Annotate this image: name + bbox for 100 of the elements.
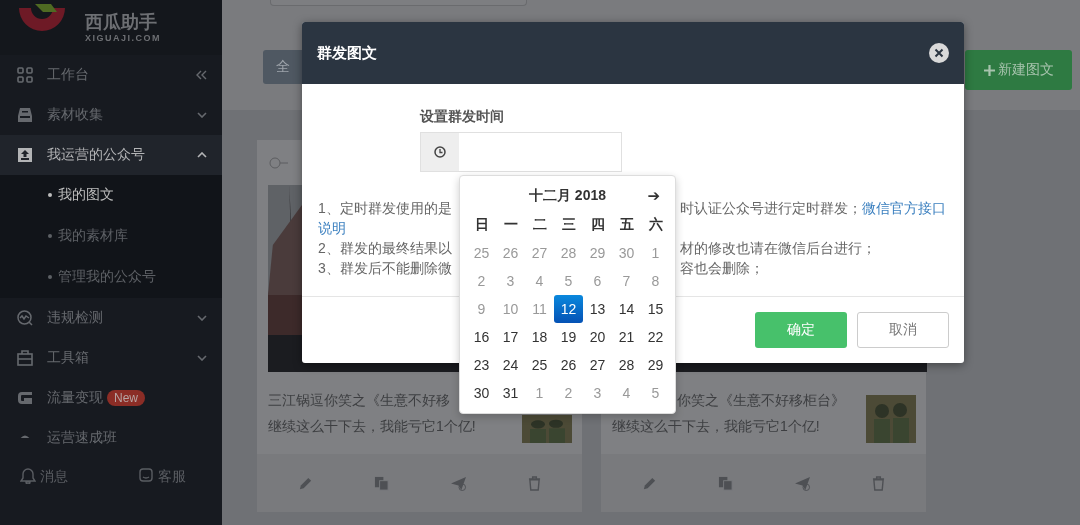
day-cell[interactable]: 9 — [467, 295, 496, 323]
card-title-line: 继续这么干下去，我能亏它1个亿! — [268, 417, 476, 436]
day-cell[interactable]: 2 — [554, 379, 583, 407]
nav-item[interactable]: 违规检测 — [0, 297, 222, 338]
trash-icon[interactable] — [528, 475, 542, 491]
day-cell[interactable]: 29 — [641, 351, 670, 379]
day-cell[interactable]: 6 — [583, 267, 612, 295]
paper-plane-icon[interactable] — [794, 475, 812, 491]
day-cell[interactable]: 4 — [525, 267, 554, 295]
note-text: 时认证公众号进行定时群发； — [680, 200, 862, 216]
sub-nav-item[interactable]: 我的图文 — [0, 174, 222, 216]
note-text: 容也会删除； — [680, 260, 764, 276]
weekday-label: 三 — [560, 215, 577, 234]
face-icon[interactable] — [138, 467, 154, 484]
avatar-icon — [269, 156, 289, 169]
day-cell[interactable]: 24 — [496, 351, 525, 379]
double-chevron-icon[interactable] — [195, 69, 207, 80]
day-cell[interactable]: 2 — [467, 267, 496, 295]
day-cell[interactable]: 27 — [525, 239, 554, 267]
nav-item[interactable]: 我运营的公众号 — [0, 134, 222, 175]
day-cell[interactable]: 28 — [554, 239, 583, 267]
day-cell[interactable]: 25 — [467, 239, 496, 267]
sub-nav-item[interactable]: 管理我的公众号 — [0, 256, 222, 298]
field-label: 设置群发时间 — [420, 108, 505, 126]
day-cell[interactable]: 19 — [554, 323, 583, 351]
nav-label: 工具箱 — [47, 348, 89, 367]
doc-link[interactable]: 微信官方接口 — [862, 200, 946, 216]
day-cell[interactable]: 16 — [467, 323, 496, 351]
chevron-down-icon — [197, 354, 207, 361]
nav-item[interactable]: 素材收集 — [0, 94, 222, 135]
day-cell[interactable]: 20 — [583, 323, 612, 351]
day-cell[interactable]: 4 — [612, 379, 641, 407]
note-text: 3、群发后不能删除微 — [318, 259, 452, 278]
nav-item[interactable]: 工具箱 — [0, 337, 222, 378]
note-text: 2、群发的最终结果以 — [318, 239, 452, 258]
day-cell[interactable]: 13 — [583, 295, 612, 323]
nav-label: 流量变现 — [47, 388, 103, 407]
confirm-button[interactable]: 确定 — [755, 312, 847, 348]
copy-icon[interactable] — [717, 475, 733, 491]
bell-icon[interactable] — [20, 467, 36, 484]
day-cell[interactable]: 18 — [525, 323, 554, 351]
doc-link[interactable]: 说明 — [318, 218, 346, 238]
g-shape-icon — [17, 389, 33, 406]
day-cell[interactable]: 14 — [612, 295, 641, 323]
day-cell[interactable]: 25 — [525, 351, 554, 379]
day-cell[interactable]: 10 — [496, 295, 525, 323]
trash-icon[interactable] — [872, 475, 886, 491]
nav-item[interactable]: 工作台 — [0, 54, 222, 95]
new-badge: New — [107, 389, 145, 406]
tray-icon — [17, 106, 33, 123]
nav-label: 我运营的公众号 — [47, 145, 145, 164]
day-cell[interactable]: 8 — [641, 267, 670, 295]
monitor-icon — [17, 309, 33, 326]
day-cell[interactable]: 21 — [612, 323, 641, 351]
paper-plane-icon[interactable] — [450, 475, 468, 491]
time-field[interactable] — [420, 132, 622, 172]
weekday-label: 日 — [473, 215, 490, 234]
day-cell[interactable]: 3 — [496, 267, 525, 295]
nav-item[interactable]: 流量变现 New — [0, 377, 222, 418]
weekday-label: 五 — [618, 215, 635, 234]
day-cell[interactable]: 31 — [496, 379, 525, 407]
day-cell[interactable]: 30 — [612, 239, 641, 267]
pencil-icon[interactable] — [297, 475, 313, 491]
day-cell[interactable]: 7 — [612, 267, 641, 295]
nav-label: 素材收集 — [47, 105, 103, 124]
pencil-icon[interactable] — [641, 475, 657, 491]
card-title-line: 你笑之《生意不好移柜台》 — [677, 391, 845, 410]
day-cell[interactable]: 12 — [554, 295, 583, 323]
day-cell[interactable]: 15 — [641, 295, 670, 323]
new-article-button[interactable]: 新建图文 — [965, 50, 1072, 90]
day-cell[interactable]: 23 — [467, 351, 496, 379]
cancel-button[interactable]: 取消 — [857, 312, 949, 348]
note-text: 材的修改也请在微信后台进行； — [680, 240, 876, 256]
day-cell[interactable]: 1 — [641, 239, 670, 267]
day-cell[interactable]: 5 — [641, 379, 670, 407]
day-cell[interactable]: 1 — [525, 379, 554, 407]
day-cell[interactable]: 11 — [525, 295, 554, 323]
weekday-label: 一 — [502, 215, 519, 234]
day-cell[interactable]: 5 — [554, 267, 583, 295]
footer-link[interactable]: 消息 — [40, 467, 68, 486]
day-cell[interactable]: 27 — [583, 351, 612, 379]
day-cell[interactable]: 29 — [583, 239, 612, 267]
day-cell[interactable]: 3 — [583, 379, 612, 407]
close-icon[interactable] — [929, 43, 949, 63]
sub-nav-item[interactable]: 我的素材库 — [0, 215, 222, 257]
footer-link[interactable]: 客服 — [158, 467, 186, 486]
logo-name: 西瓜助手 — [85, 11, 158, 34]
day-cell[interactable]: 30 — [467, 379, 496, 407]
day-cell[interactable]: 26 — [554, 351, 583, 379]
copy-icon[interactable] — [373, 475, 389, 491]
weekday-label: 二 — [531, 215, 548, 234]
logo-domain: XIGUAJI.COM — [85, 33, 161, 44]
nav-item[interactable]: 运营速成班 — [0, 417, 222, 458]
day-cell[interactable]: 28 — [612, 351, 641, 379]
next-month-button[interactable]: ➔ — [647, 187, 660, 205]
bullet-icon — [48, 234, 52, 238]
chevron-down-icon — [197, 314, 207, 321]
day-cell[interactable]: 17 — [496, 323, 525, 351]
day-cell[interactable]: 26 — [496, 239, 525, 267]
day-cell[interactable]: 22 — [641, 323, 670, 351]
